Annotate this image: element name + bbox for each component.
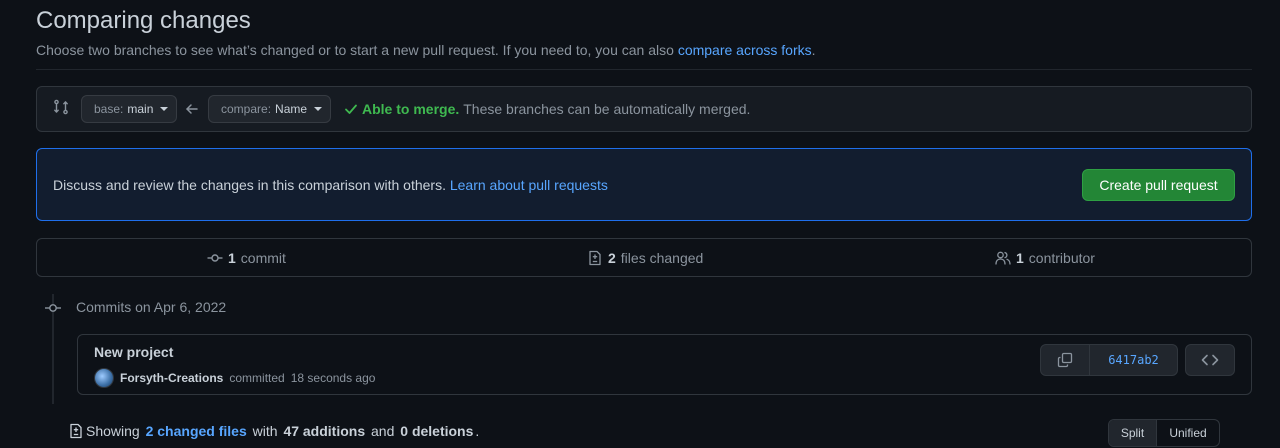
merge-status: Able to merge. These branches can be aut… [344,101,750,117]
caret-down-icon [160,107,169,111]
compare-stats: 1 commit 2 files changed 1 contributor [36,238,1252,277]
git-compare-icon [53,99,69,115]
create-pull-request-button[interactable]: Create pull request [1082,169,1235,201]
avatar[interactable] [94,368,114,388]
compare-branch-select[interactable]: compare: Name [208,95,331,123]
arrow-left-icon [185,102,199,116]
changed-files-link[interactable]: 2 changed files [146,423,247,439]
page-subtitle: Choose two branches to see what’s change… [36,42,816,58]
commit-item: New project Forsyth-Creations committed … [77,334,1252,395]
stat-commits[interactable]: 1 commit [207,239,286,276]
diff-view-toggle: Split Unified [1108,419,1220,447]
commit-time: 18 seconds ago [290,371,376,385]
commit-title-link[interactable]: New project [94,344,173,360]
stat-contributors[interactable]: 1 contributor [995,239,1095,276]
compare-across-forks-link[interactable]: compare across forks [678,42,812,58]
header-divider [36,69,1252,70]
diff-summary: Showing 2 changed files with 47 addition… [68,423,479,439]
page-title: Comparing changes [36,7,251,34]
pr-prompt-text: Discuss and review the changes in this c… [53,177,608,193]
copy-sha-button[interactable] [1041,345,1090,375]
git-commit-icon [207,250,223,266]
unified-view-button[interactable]: Unified [1157,420,1219,446]
commit-meta: Forsyth-Creations committed 18 seconds a… [94,368,375,388]
caret-down-icon [314,107,323,111]
file-diff-icon [587,250,603,266]
split-view-button[interactable]: Split [1109,420,1157,446]
code-icon [1201,352,1219,368]
learn-about-pull-requests-link[interactable]: Learn about pull requests [450,177,608,193]
pull-request-prompt: Discuss and review the changes in this c… [36,148,1252,221]
file-diff-icon [68,423,84,439]
browse-repository-button[interactable] [1185,344,1235,376]
people-icon [995,250,1011,266]
stat-files-changed[interactable]: 2 files changed [587,239,703,276]
commit-author-link[interactable]: Forsyth-Creations [120,371,223,385]
git-commit-icon [44,300,62,316]
commit-sha-group: 6417ab2 [1040,344,1178,376]
check-icon [344,102,358,116]
base-branch-select[interactable]: base: main [81,95,177,123]
copy-icon [1057,352,1073,368]
commits-date-heading: Commits on Apr 6, 2022 [76,299,227,315]
commit-sha-link[interactable]: 6417ab2 [1090,345,1177,375]
range-editor: base: main compare: Name Able to merge. … [36,86,1252,132]
